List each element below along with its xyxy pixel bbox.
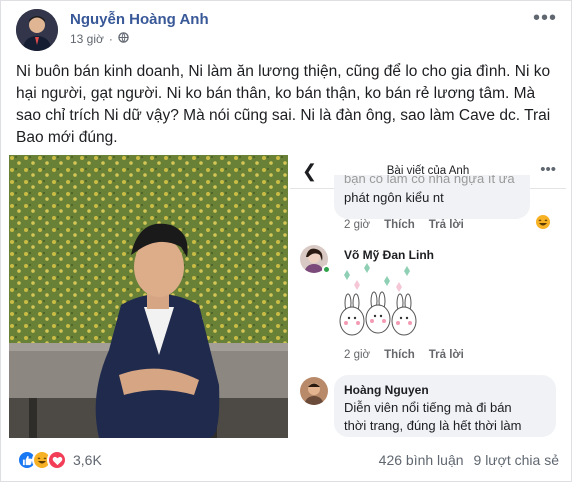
post-stats: 426 bình luận 9 lượt chia sẻ: [379, 452, 559, 468]
like-link[interactable]: Thích: [384, 219, 415, 231]
love-icon: [47, 450, 67, 470]
reply-link[interactable]: Trả lời: [429, 219, 464, 231]
comment-bubble: Hoàng Nguyen Diễn viên nổi tiếng mà đi b…: [334, 375, 556, 437]
comment-text-cut: bạn cổ làm cô nhá ngựa ít ưa: [344, 175, 515, 186]
online-status-icon: [322, 265, 331, 274]
comment-actions: 2 giờ Thích Trả lời: [344, 219, 464, 231]
comment-actions: 2 giờ Thích Trả lời: [344, 349, 464, 361]
post-meta: 13 giờ ·: [70, 32, 129, 46]
comment-bubble: bạn cổ làm cô nhá ngựa ít ưa phát ngôn k…: [334, 175, 530, 219]
post-time[interactable]: 13 giờ: [70, 32, 104, 46]
comment-text: phát ngôn kiểu nt: [344, 190, 444, 205]
meta-separator: ·: [108, 32, 113, 46]
author-name[interactable]: Nguyễn Hoàng Anh: [70, 11, 209, 28]
reply-link[interactable]: Trả lời: [429, 349, 464, 361]
comment-text-line: thời trang, đúng là hết thời làm: [344, 418, 522, 433]
globe-icon: [118, 32, 129, 46]
post-options-icon[interactable]: •••: [533, 7, 557, 30]
share-count-link[interactable]: 9 lượt chia sẻ: [474, 452, 559, 468]
haha-icon: [534, 213, 552, 231]
comment-count-link[interactable]: 426 bình luận: [379, 452, 464, 468]
comment-time: 2 giờ: [344, 349, 371, 361]
embedded-mobile-screenshot[interactable]: ❮ Bài viết của Anh ••• bạn cổ làm cô nhá…: [290, 155, 566, 438]
post-text: Ni buôn bán kinh doanh, Ni làm ăn lương …: [16, 63, 551, 146]
reactions-summary[interactable]: 3,6K: [17, 450, 102, 470]
ellipsis-icon[interactable]: •••: [540, 161, 556, 178]
reaction-count[interactable]: 3,6K: [73, 452, 102, 468]
comment-time: 2 giờ: [344, 219, 371, 231]
post-photo-man[interactable]: [9, 155, 288, 438]
post-footer: 3,6K 426 bình luận 9 lượt chia sẻ: [1, 446, 572, 476]
bunny-sticker: [334, 263, 424, 347]
comment-text-line: Diễn viên nổi tiếng mà đi bán: [344, 400, 512, 415]
facebook-post: Nguyễn Hoàng Anh 13 giờ · ••• Ni buôn bá…: [0, 0, 572, 482]
author-avatar[interactable]: [16, 9, 58, 51]
commenter-avatar[interactable]: [300, 377, 328, 405]
like-link[interactable]: Thích: [384, 349, 415, 361]
commenter-name[interactable]: Võ Mỹ Đan Linh: [344, 248, 434, 262]
commenter-name[interactable]: Hoàng Nguyen: [344, 381, 546, 399]
